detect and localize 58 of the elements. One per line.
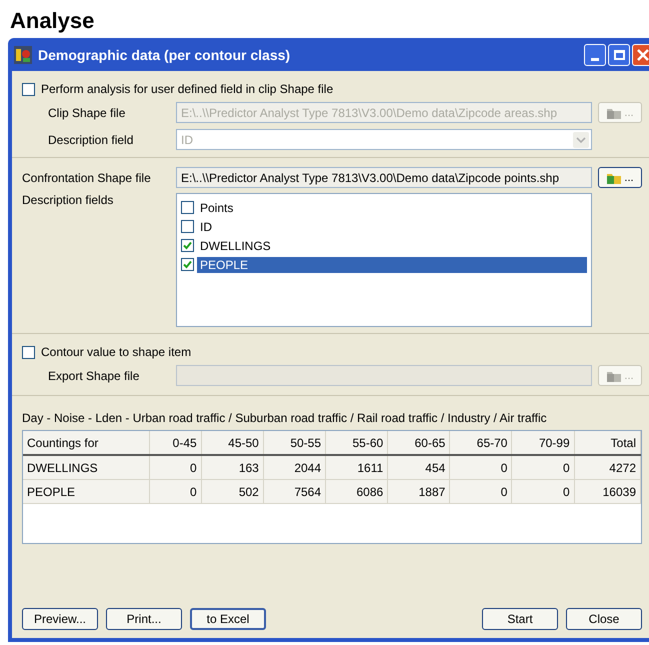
table-cell: 2044 (263, 455, 326, 480)
table-cell: 0 (150, 480, 202, 504)
maximize-button[interactable] (608, 44, 630, 66)
table-cell: 1887 (388, 480, 450, 504)
dialog-button[interactable]: Preview... (22, 608, 98, 630)
table-cell: 502 (201, 480, 264, 504)
list-item[interactable]: ID (197, 218, 587, 234)
checkbox[interactable] (22, 82, 35, 96)
list-item[interactable]: DWELLINGS (197, 238, 587, 254)
column-header[interactable]: 50-55 (263, 431, 326, 455)
app-icon (14, 46, 32, 64)
table-cell: 4272 (574, 455, 640, 480)
checkbox[interactable] (181, 258, 194, 271)
column-header[interactable]: Countings for (23, 431, 150, 455)
table-cell: 0 (512, 480, 574, 504)
confrontation-file-field[interactable]: E:\..\\Predictor Analyst Type 7813\V3.00\Demo data\Zipcode points.shp (176, 167, 592, 188)
column-header[interactable]: 0-45 (150, 431, 202, 455)
results-caption: Day - Noise - Lden - Urban road traffic / Suburban road traffic / Rail road traffic / Industry / Air traffic (22, 410, 548, 427)
checkbox-label: Perform analysis for user defined field in clip Shape file (41, 82, 334, 96)
column-header[interactable]: 45-50 (201, 431, 264, 455)
table-cell: 7564 (263, 480, 326, 504)
dialog-button[interactable]: Print... (106, 608, 182, 630)
checkbox-label: Contour value to shape item (41, 345, 192, 359)
page-heading: Analyse (9, 7, 96, 35)
list-item[interactable]: PEOPLE (197, 256, 587, 272)
table-cell: DWELLINGS (23, 455, 150, 480)
table-cell: 0 (450, 480, 512, 504)
table-cell: 1611 (326, 455, 388, 480)
table-cell: 0 (150, 455, 202, 480)
column-header[interactable]: 55-60 (326, 431, 388, 455)
column-header[interactable]: 65-70 (450, 431, 512, 455)
checkbox[interactable] (181, 201, 194, 214)
field-label: Description fields (22, 193, 114, 207)
field-label: Description field (47, 132, 134, 146)
minimize-button[interactable] (584, 44, 606, 66)
column-header[interactable]: 70-99 (512, 431, 574, 455)
table-cell: 0 (512, 455, 574, 480)
checkbox[interactable] (22, 346, 35, 358)
window-title: Demographic data (per contour class) (38, 46, 290, 62)
table-cell: 6086 (326, 480, 388, 504)
column-header[interactable]: 60-65 (388, 431, 450, 455)
field-label: Confrontation Shape file (22, 170, 152, 184)
table-cell: 16039 (574, 480, 640, 504)
list-item[interactable]: Points (197, 200, 587, 216)
checkbox[interactable] (181, 220, 194, 233)
table-cell: 163 (201, 455, 264, 480)
checkbox[interactable] (181, 239, 194, 252)
dialog-button[interactable]: Close (566, 608, 642, 630)
close-button[interactable] (632, 44, 649, 66)
column-header[interactable]: Total (574, 431, 640, 455)
dialog-button[interactable]: Start (482, 608, 558, 630)
field-label: Clip Shape file (47, 106, 126, 120)
table-cell: 0 (450, 455, 512, 480)
table-cell: 454 (388, 455, 450, 480)
browse-button[interactable]: ... (598, 167, 642, 188)
table-cell: PEOPLE (23, 480, 150, 504)
dialog-button[interactable]: to Excel (190, 608, 266, 630)
field-label: Export Shape file (47, 368, 140, 382)
